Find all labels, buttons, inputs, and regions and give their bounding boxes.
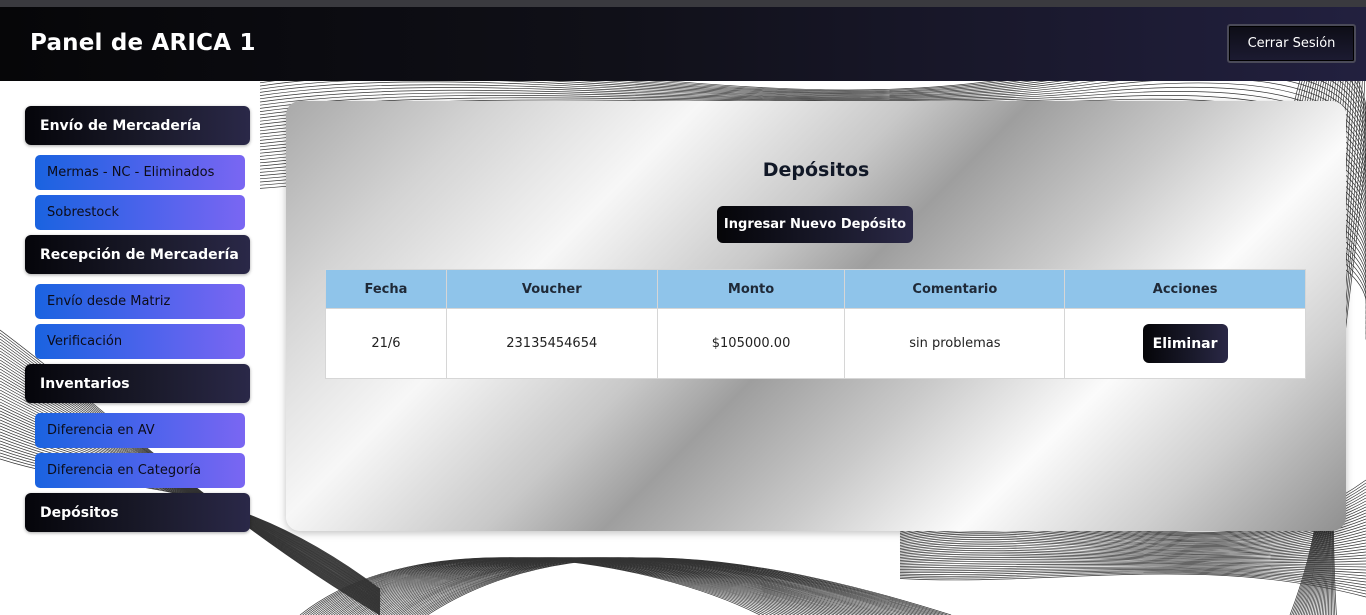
deposits-panel: Depósitos Ingresar Nuevo Depósito Fecha … (286, 101, 1346, 531)
sidebar-section-envio-mercaderia[interactable]: Envío de Mercadería (25, 106, 250, 145)
table-row: 21/6 23135454654 $105000.00 sin problema… (325, 308, 1306, 379)
logout-button[interactable]: Cerrar Sesión (1227, 24, 1356, 63)
page-title: Panel de ARICA 1 (30, 30, 256, 56)
deposits-table: Fecha Voucher Monto Comentario Acciones … (325, 269, 1306, 379)
panel-title: Depósitos (762, 159, 870, 181)
cell-fecha: 21/6 (325, 308, 447, 379)
top-header: Panel de ARICA 1 Cerrar Sesión (0, 7, 1366, 81)
cell-acciones: Eliminar (1064, 308, 1306, 379)
sidebar-section-inventarios[interactable]: Inventarios (25, 364, 250, 403)
column-header-acciones: Acciones (1064, 269, 1306, 309)
table-header-row: Fecha Voucher Monto Comentario Acciones (325, 269, 1306, 309)
sidebar-item-mermas[interactable]: Mermas - NC - Eliminados (35, 155, 245, 190)
sidebar-item-diferencia-av[interactable]: Diferencia en AV (35, 413, 245, 448)
delete-button[interactable]: Eliminar (1142, 324, 1228, 363)
new-deposit-button[interactable]: Ingresar Nuevo Depósito (717, 206, 913, 243)
column-header-monto: Monto (656, 269, 846, 309)
sidebar-item-diferencia-categoria[interactable]: Diferencia en Categoría (35, 453, 245, 488)
column-header-fecha: Fecha (325, 269, 447, 309)
column-header-voucher: Voucher (445, 269, 658, 309)
sidebar-section-depositos[interactable]: Depósitos (25, 493, 250, 532)
column-header-comentario: Comentario (844, 269, 1066, 309)
sidebar-item-envio-desde-matriz[interactable]: Envío desde Matriz (35, 284, 245, 319)
sidebar: Envío de Mercadería Mermas - NC - Elimin… (0, 81, 270, 615)
sidebar-item-sobrestock[interactable]: Sobrestock (35, 195, 245, 230)
sidebar-item-verificacion[interactable]: Verificación (35, 324, 245, 359)
cell-monto: $105000.00 (656, 308, 846, 379)
cell-comentario: sin problemas (844, 308, 1066, 379)
cell-voucher: 23135454654 (445, 308, 658, 379)
sidebar-section-recepcion-mercaderia[interactable]: Recepción de Mercadería (25, 235, 250, 274)
browser-top-strip (0, 0, 1366, 7)
